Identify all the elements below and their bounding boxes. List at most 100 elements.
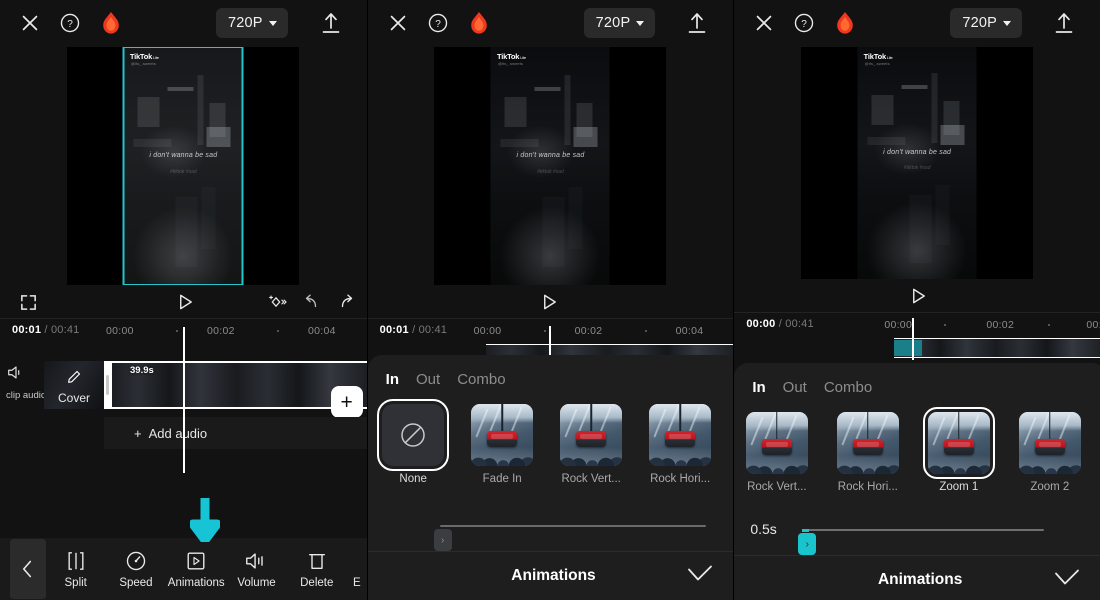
animation-label: Rock Hori... [837,481,898,493]
flame-icon[interactable] [834,11,856,35]
clip-audio-track[interactable]: clip audio [6,364,46,401]
close-icon[interactable] [386,11,410,35]
help-icon[interactable]: ? [426,11,450,35]
cover-thumbnail[interactable]: Cover [44,361,104,409]
clip-trim-handle-left[interactable] [106,375,109,395]
video-frame[interactable]: TikTok Lite @its_.sweets i don't wanna be… [490,47,610,285]
play-icon[interactable] [533,286,567,318]
animation-tabs: In Out Combo [734,363,1100,396]
tool-label: Split [64,576,87,589]
volume-icon [8,366,20,379]
playhead[interactable] [912,318,915,360]
delete-icon [307,550,327,572]
confirm-check-icon[interactable] [1054,568,1080,591]
tiktok-username: @its_.sweets [497,61,524,66]
flame-icon[interactable] [100,11,122,35]
video-frame[interactable]: TikTok Lite @its_.sweets i don't wanna be… [122,47,244,285]
tab-combo[interactable]: Combo [457,371,505,388]
video-preview[interactable]: TikTok Lite @its_.sweets i don't wanna be… [0,46,367,286]
close-icon[interactable] [752,11,776,35]
help-icon[interactable]: ? [58,11,82,35]
animation-item-zoom-2[interactable]: Zoom 2 [1016,412,1083,493]
tool-label: Speed [119,576,153,589]
duration-slider-track[interactable] [802,529,1044,531]
animation-item-rock-horizontal[interactable]: Rock Hori... [834,412,901,493]
animation-list[interactable]: None Fade In Rock Vert... Rock Hori... Z… [368,388,734,485]
tool-delete[interactable]: Delete [287,550,347,589]
panel-1: ? 720P TikTok Lite @its_.sweets i don't … [0,0,367,600]
duration-slider-knob[interactable]: › [798,533,817,555]
resolution-selector[interactable]: 720P [216,8,288,38]
animation-item-zoom-1[interactable]: Zoom 1 [922,407,995,493]
animation-item-rock-vertical[interactable]: Rock Vert... [743,412,810,493]
resolution-selector[interactable]: 720P [950,8,1022,38]
video-preview[interactable]: TikTok Lite @its_.sweets i don't wanna be… [368,46,734,286]
tab-combo[interactable]: Combo [824,379,872,396]
animation-item-fade-in[interactable]: Fade In [469,404,536,485]
animation-thumbnail [649,404,712,466]
video-caption-secondary: #tiktok #sad [169,169,197,175]
tool-speed[interactable]: Speed [106,550,166,589]
video-clip[interactable]: 39.9s + [104,361,367,418]
flame-icon[interactable] [468,11,490,35]
top-bar: ? 720P [0,0,367,46]
upload-icon[interactable] [685,10,709,36]
close-icon[interactable] [18,11,42,35]
play-icon[interactable] [901,280,935,312]
confirm-check-icon[interactable] [687,564,713,587]
tool-label: Volume [237,576,276,589]
tiktok-watermark: TikTok Lite [129,52,159,61]
tab-in[interactable]: In [752,379,765,396]
tool-split[interactable]: Split [46,550,106,589]
add-audio-button[interactable]: + Add audio [104,417,367,449]
preview-controls [734,280,1100,312]
preview-canvas: TikTok Lite @its_.sweets i don't wanna be… [801,47,1034,279]
top-bar: ? 720P [367,0,734,46]
play-icon[interactable] [168,286,202,318]
none-thumbnail [377,399,450,471]
help-icon[interactable]: ? [792,11,816,35]
animation-list[interactable]: Rock Vert... Rock Hori... Zoom 1 Zoom 2 … [734,396,1100,493]
tab-in[interactable]: In [386,371,399,388]
video-caption-secondary: #tiktok #sad [537,169,564,175]
video-preview[interactable]: TikTok Lite @its_.sweets i don't wanna be… [734,46,1100,280]
ruler-tick: 00:04 [308,325,336,337]
animations-sheet: In Out Combo None Fade In Rock Vert... R… [367,355,734,600]
fullscreen-icon[interactable] [14,286,42,318]
playhead[interactable] [183,327,185,473]
total-time: 00:41 [50,324,80,336]
animations-icon [185,550,207,572]
resolution-selector[interactable]: 720P [583,8,656,38]
tiktok-username: @its_.sweets [130,61,156,66]
upload-icon[interactable] [319,10,343,36]
video-clip[interactable] [894,338,1100,358]
ruler-tick: 00:02 [207,325,235,337]
tab-out[interactable]: Out [416,371,440,388]
upload-icon[interactable] [1052,10,1076,36]
undo-icon[interactable] [298,286,324,318]
animation-tabs: In Out Combo [368,355,734,388]
animation-item-rock-horizontal[interactable]: Rock Hori... [647,404,714,485]
chevron-down-icon [268,20,277,26]
redo-icon[interactable] [334,286,360,318]
volume-icon [244,550,268,572]
video-frame[interactable]: TikTok Lite @its_.sweets i don't wanna be… [857,47,977,279]
timeline[interactable]: clip audio Cover 39.9s + + Add audio [0,327,367,492]
animation-item-none[interactable]: None [377,399,450,485]
add-clip-button[interactable]: + [330,386,363,418]
animation-item-rock-vertical[interactable]: Rock Vert... [558,404,625,485]
tool-volume[interactable]: Volume [226,550,286,589]
tab-out[interactable]: Out [783,379,807,396]
keyframe-icon[interactable] [262,286,290,318]
ruler-tick: 00: [1086,319,1100,331]
tool-edit-partial[interactable]: E [347,550,367,589]
animations-sheet: In Out Combo Rock Vert... Rock Hori... Z… [734,363,1100,600]
toolbar-back-button[interactable] [10,539,46,599]
preview-controls [0,286,367,318]
animation-label: Rock Hori... [650,473,711,485]
duration-slider-knob[interactable]: › [433,529,452,551]
svg-text:?: ? [67,19,73,30]
sheet-title: Animations [511,566,596,584]
duration-slider-track[interactable] [439,525,707,527]
tool-animations[interactable]: Animations [166,550,226,589]
